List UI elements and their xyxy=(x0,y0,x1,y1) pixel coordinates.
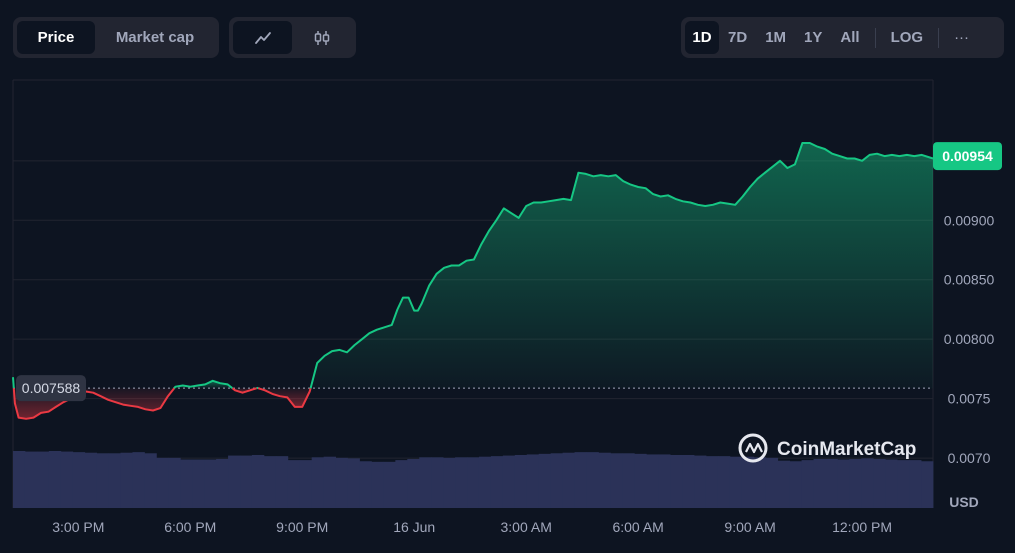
volume-bar xyxy=(861,458,874,508)
watermark: CoinMarketCap xyxy=(738,433,916,463)
volume-bar xyxy=(801,460,814,508)
volume-bar xyxy=(287,460,301,508)
volume-bar xyxy=(478,456,492,508)
volume-bar xyxy=(180,459,193,508)
volume-bar xyxy=(251,454,265,508)
volume-bar xyxy=(84,452,98,508)
volume-bar xyxy=(753,457,767,508)
volume-bar xyxy=(299,460,313,508)
volume-bar xyxy=(371,461,384,508)
volume-bar xyxy=(777,460,791,508)
volume-bar xyxy=(538,453,552,508)
volume-bar xyxy=(24,451,38,508)
current-price-label: 0.00954 xyxy=(942,148,993,164)
volume-bar xyxy=(96,453,109,508)
volume-bar xyxy=(562,452,575,508)
volume-bar xyxy=(240,455,253,508)
volume-bar xyxy=(765,457,779,508)
x-tick-label: 6:00 AM xyxy=(612,519,663,535)
volume-bar xyxy=(228,455,241,508)
volume-bar xyxy=(383,461,396,508)
volume-bar xyxy=(598,452,611,508)
volume-bar xyxy=(431,457,444,508)
volume-bar xyxy=(622,453,635,508)
volume-bar xyxy=(359,461,372,508)
volume-bar xyxy=(108,453,121,508)
x-tick-label: 16 Jun xyxy=(393,519,435,535)
volume-bar xyxy=(825,458,838,508)
x-tick-label: 9:00 PM xyxy=(276,519,328,535)
volume-bar xyxy=(48,451,62,508)
x-tick-label: 9:00 AM xyxy=(724,519,775,535)
volume-bar xyxy=(60,451,74,508)
volume-bar xyxy=(443,457,456,508)
volume-bar xyxy=(395,460,408,508)
volume-bar xyxy=(419,457,432,508)
volume-bar xyxy=(120,452,133,508)
x-tick-label: 6:00 PM xyxy=(164,519,216,535)
volume-bar xyxy=(263,456,277,508)
currency-label: USD xyxy=(949,494,979,510)
volume-bar xyxy=(550,453,564,508)
volume-bar xyxy=(909,460,922,508)
price-line-up xyxy=(12,377,15,389)
volume-bar xyxy=(885,459,898,508)
volume-bar xyxy=(574,452,587,508)
volume-bar xyxy=(658,454,671,508)
volume-bar xyxy=(526,454,540,508)
volume-bar xyxy=(837,459,850,508)
volume-bar xyxy=(694,455,707,508)
volume-bar xyxy=(586,452,599,508)
volume-bar xyxy=(467,457,480,508)
volume-bar xyxy=(610,453,623,508)
volume-bar xyxy=(192,459,205,508)
x-tick-label: 3:00 AM xyxy=(500,519,551,535)
volume-bar xyxy=(216,458,229,508)
volume-bar xyxy=(204,459,217,508)
volume-bar xyxy=(514,454,528,508)
y-tick-label: 0.0070 xyxy=(948,450,991,466)
volume-bar xyxy=(682,454,695,508)
volume-bar xyxy=(646,454,659,508)
volume-bar xyxy=(897,460,910,508)
volume-bar xyxy=(717,456,731,508)
volume-bar xyxy=(323,456,336,508)
volume-bar xyxy=(705,456,719,508)
volume-bar xyxy=(502,455,516,508)
volume-bar xyxy=(156,457,169,508)
volume-bar xyxy=(144,453,157,508)
volume-bar xyxy=(13,451,26,508)
watermark-text: CoinMarketCap xyxy=(777,439,916,460)
volume-bar xyxy=(849,458,862,508)
volume-bar xyxy=(490,456,504,508)
volume-bar xyxy=(741,456,755,508)
y-tick-label: 0.0075 xyxy=(948,391,991,407)
volume-bar xyxy=(311,457,325,508)
volume-bar xyxy=(670,454,683,508)
volume-bar xyxy=(36,451,50,508)
volume-bar xyxy=(789,461,802,508)
volume-bar xyxy=(407,458,420,508)
volume-bar xyxy=(347,458,360,508)
volume-bar xyxy=(873,458,886,508)
volume-bar xyxy=(275,456,289,508)
y-tick-label: 0.00850 xyxy=(944,272,995,288)
volume-bar xyxy=(455,457,468,508)
volume-bar xyxy=(729,456,743,508)
y-tick-label: 0.00800 xyxy=(944,331,995,347)
volume-bar xyxy=(72,452,86,508)
volume-bar xyxy=(335,457,348,508)
volume-bar xyxy=(813,458,826,508)
price-chart[interactable]: 0.0070 0.0075 0.00800 0.00850 0.00900 3:00 P… xyxy=(0,0,1015,553)
x-tick-label: 12:00 PM xyxy=(832,519,892,535)
y-tick-label: 0.00900 xyxy=(944,212,995,228)
open-price-label: 0.007588 xyxy=(22,380,81,396)
volume-bar xyxy=(168,457,181,508)
volume-bar xyxy=(634,453,647,508)
volume-bar xyxy=(921,461,934,508)
x-tick-label: 3:00 PM xyxy=(52,519,104,535)
volume-bar xyxy=(132,452,145,508)
